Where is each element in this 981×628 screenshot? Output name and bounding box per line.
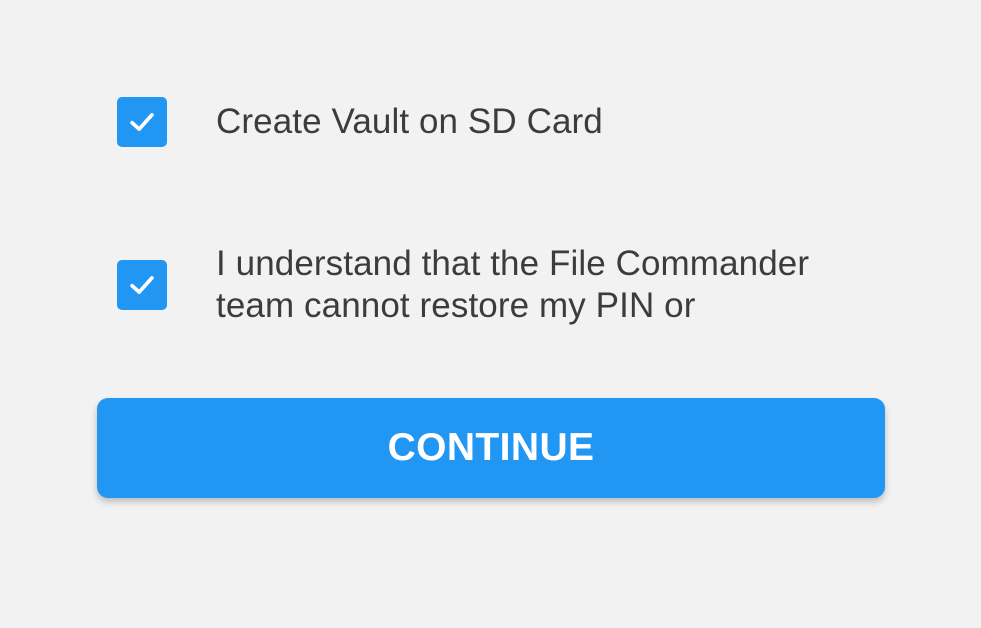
pin-acknowledgement-label-line-2: team cannot restore my PIN or [216, 286, 696, 325]
pin-acknowledgement-checkbox[interactable] [117, 260, 167, 310]
checkmark-icon [130, 113, 154, 131]
sd-card-label: Create Vault on SD Card [216, 102, 603, 141]
pin-acknowledgement-option[interactable]: I understand that the File Commander tea… [117, 243, 809, 327]
sd-card-checkbox[interactable] [117, 97, 167, 147]
pin-acknowledgement-label-line-1: I understand that the File Commander [216, 244, 810, 283]
continue-button[interactable]: CONTINUE [97, 398, 885, 498]
pin-acknowledgement-label: I understand that the File Commander tea… [216, 243, 809, 327]
sd-card-option[interactable]: Create Vault on SD Card [117, 97, 603, 147]
checkmark-icon [130, 276, 154, 294]
vault-setup-screen: Create Vault on SD Card I understand tha… [0, 0, 981, 628]
